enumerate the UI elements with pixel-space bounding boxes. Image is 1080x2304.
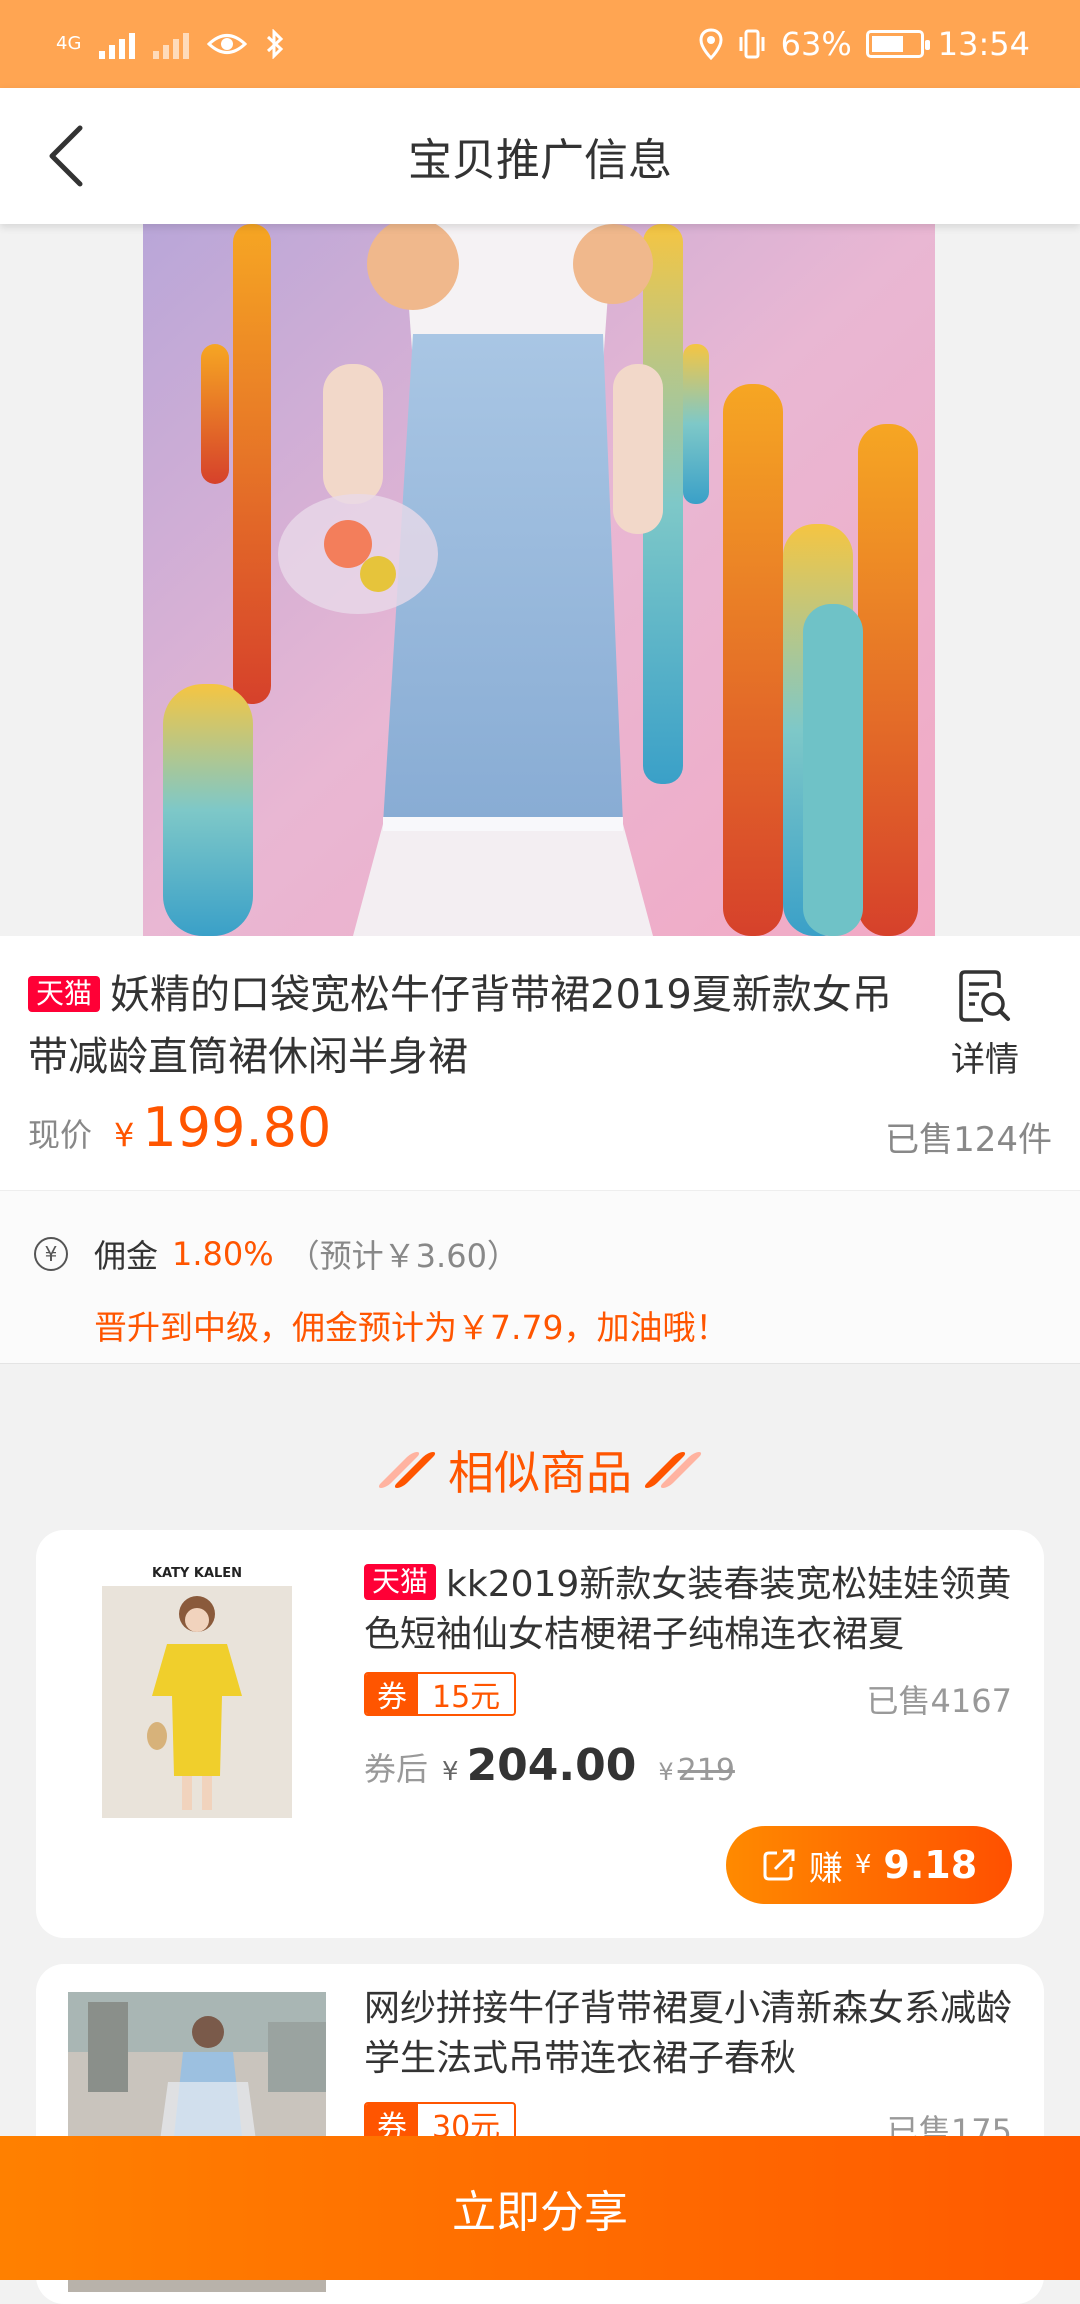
commission-panel: ¥ 佣金 1.80% （预计￥3.60） 晋升到中级，佣金预计为￥7.79，加油… — [0, 1190, 1080, 1364]
yen-coin-icon: ¥ — [34, 1237, 68, 1271]
earn-share-button[interactable]: 赚 ¥ 9.18 — [726, 1826, 1012, 1904]
after-coupon-label: 券后 — [364, 1750, 429, 1788]
original-price: 219 — [677, 1753, 735, 1788]
network-type: 4G — [56, 33, 82, 54]
status-right: 63% 13:54 — [699, 25, 1030, 63]
item-title-text: kk2019新款女装春装宽松娃娃领黄色短袖仙女桔梗裙子纯棉连衣裙夏 — [364, 1564, 1012, 1655]
detail-label: 详情 — [951, 1040, 1019, 1080]
product-title-text: 妖精的口袋宽松牛仔背带裙2019夏新款女吊带减龄直筒裙休闲半身裙 — [28, 972, 892, 1080]
similar-item-card[interactable]: KATY KALEN 天猫 kk2019新款女装春装宽松娃娃领黄色短袖仙女桔梗裙子… — [36, 1530, 1044, 1938]
item-title: 天猫 kk2019新款女装春装宽松娃娃领黄色短袖仙女桔梗裙子纯棉连衣裙夏 — [364, 1560, 1024, 1660]
location-icon — [699, 28, 723, 60]
decor-right-icon — [642, 1452, 704, 1488]
current-price: 199.80 — [142, 1096, 332, 1159]
bluetooth-icon — [267, 29, 284, 59]
commission-estimate: （预计￥3.60） — [287, 1237, 519, 1275]
decor-left-icon — [376, 1452, 438, 1488]
nav-bar: 宝贝推广信息 — [0, 88, 1080, 224]
commission-rate: 1.80% — [172, 1235, 274, 1273]
commission-row: ¥ 佣金 1.80% （预计￥3.60） — [34, 1231, 519, 1277]
detail-button[interactable]: 详情 — [930, 966, 1040, 1081]
battery-icon — [865, 30, 930, 58]
tmall-badge: 天猫 — [364, 1564, 437, 1600]
commission-label: 佣金 — [94, 1237, 159, 1275]
after-coupon-price-row: 券后 ¥ 204.00 ¥ 219 — [364, 1740, 735, 1791]
item-title: 网纱拼接牛仔背带裙夏小清新森女系减龄学生法式吊带连衣裙子春秋 — [364, 1988, 1013, 2079]
signal-icon — [99, 29, 136, 59]
price-row: 现价 ¥ 199.80 — [28, 1096, 331, 1159]
battery-percent: 63% — [780, 25, 852, 63]
eye-icon — [207, 34, 248, 54]
after-coupon-price: 204.00 — [466, 1740, 637, 1791]
coupon-key: 券 — [366, 1674, 418, 1714]
item-sold: 已售4167 — [866, 1682, 1012, 1720]
similar-title: 相似商品 — [448, 1446, 632, 1500]
currency-symbol: ¥ — [114, 1116, 135, 1154]
currency-symbol: ¥ — [854, 1850, 872, 1880]
status-bar: 4G 63% 13:54 — [0, 0, 1080, 88]
share-icon — [763, 1849, 795, 1881]
currency-symbol: ¥ — [658, 1758, 674, 1786]
detail-search-icon — [959, 970, 1010, 1022]
earn-amount: 9.18 — [883, 1843, 978, 1887]
product-title: 天猫 妖精的口袋宽松牛仔背带裙2019夏新款女吊带减龄直筒裙休闲半身裙 — [28, 964, 908, 1088]
coupon-value: 15元 — [432, 1680, 501, 1715]
earn-label: 赚 — [808, 1848, 843, 1889]
brand-label: KATY KALEN — [151, 1566, 243, 1581]
sold-count: 已售124件 — [885, 1120, 1052, 1160]
price-label: 现价 — [28, 1116, 93, 1154]
vibrate-icon — [739, 29, 765, 59]
back-arrow-icon[interactable] — [34, 120, 106, 192]
similar-header: 相似商品 — [0, 1430, 1080, 1510]
coupon-tag: 券 15元 — [364, 1672, 517, 1716]
page-title: 宝贝推广信息 — [408, 135, 672, 186]
product-info: 天猫 妖精的口袋宽松牛仔背带裙2019夏新款女吊带减龄直筒裙休闲半身裙 详情 现价… — [0, 936, 1080, 1190]
promotion-tip: 晋升到中级，佣金预计为￥7.79，加油哦！ — [94, 1308, 729, 1347]
share-now-button[interactable]: 立即分享 — [0, 2136, 1080, 2280]
clock: 13:54 — [937, 25, 1030, 63]
currency-symbol: ¥ — [442, 1757, 459, 1787]
tmall-badge: 天猫 — [28, 976, 101, 1012]
signal-2-icon — [153, 29, 190, 59]
item-thumbnail[interactable]: KATY KALEN — [102, 1566, 292, 1818]
product-image[interactable] — [143, 224, 935, 936]
status-left: 4G — [56, 29, 285, 59]
